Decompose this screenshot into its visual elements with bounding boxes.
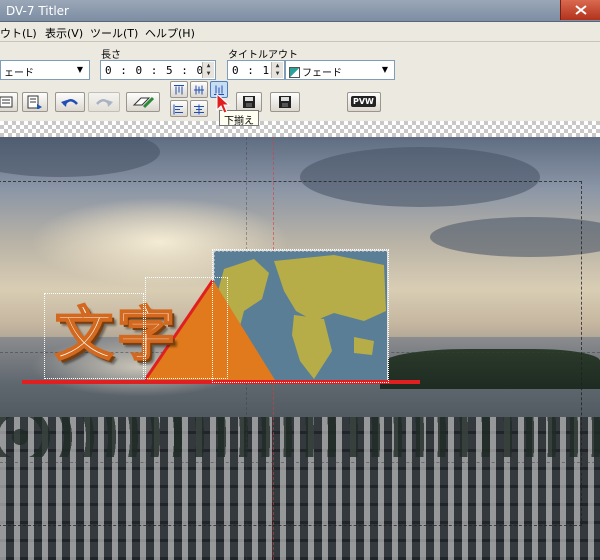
spinner-icon[interactable]: ▲ ▼ — [202, 62, 214, 78]
preview-button[interactable]: PVW — [347, 92, 381, 112]
eraser-icon — [132, 96, 154, 109]
preview-label: PVW — [351, 96, 376, 107]
align-middle-button[interactable] — [190, 81, 208, 98]
toolbar: ェード ▼ 長さ 0 : 0 : 5 : 0 ▲ ▼ タイトルアウト 0 : 15… — [0, 42, 600, 121]
redo-button[interactable] — [88, 92, 120, 112]
title-canvas[interactable]: 文字 — [0, 137, 600, 560]
align-center-button[interactable] — [190, 100, 208, 117]
title-out-effect-select[interactable]: フェード ▼ — [285, 60, 395, 80]
document-arrow-icon — [27, 95, 42, 109]
redo-icon — [96, 99, 113, 107]
title-out-effect-value: フェード — [302, 68, 342, 79]
title-bar: DV-7 Titler — [0, 0, 600, 22]
save-as-button[interactable] — [270, 92, 300, 112]
save-button[interactable] — [236, 92, 262, 112]
close-button[interactable] — [560, 0, 600, 20]
close-icon — [575, 5, 587, 15]
align-left-button[interactable] — [170, 100, 188, 117]
menu-help[interactable]: ヘルプ(H) — [145, 25, 195, 41]
title-out-time-input[interactable]: 0 : 15 ▲ ▼ — [227, 60, 285, 80]
title-out-label: タイトルアウト — [228, 50, 298, 61]
import-button[interactable] — [22, 92, 48, 112]
menu-bar: ウト(L) 表示(V) ツール(T) ヘルプ(H) — [0, 22, 600, 42]
menu-tools[interactable]: ツール(T) — [90, 25, 138, 41]
transition-in-value: ェード — [4, 68, 34, 79]
floppy-disk-icon — [243, 96, 255, 108]
selection-box[interactable] — [44, 293, 144, 379]
undo-icon — [61, 99, 78, 107]
open-button[interactable] — [0, 92, 18, 112]
length-label: 長さ — [101, 50, 121, 61]
chevron-down-icon: ▼ — [76, 65, 84, 74]
align-top-button[interactable] — [170, 81, 188, 98]
document-icon — [0, 96, 13, 108]
menu-layout[interactable]: ウト(L) — [0, 25, 37, 41]
erase-button[interactable] — [126, 92, 160, 112]
align-top-icon — [174, 84, 184, 94]
chevron-down-icon: ▼ — [381, 65, 389, 74]
length-input[interactable]: 0 : 0 : 5 : 0 ▲ ▼ — [100, 60, 216, 80]
spinner-icon[interactable]: ▲ ▼ — [271, 62, 283, 78]
align-center-icon — [194, 104, 204, 114]
length-value: 0 : 0 : 5 : 0 — [105, 64, 205, 77]
mouse-cursor-icon — [216, 93, 230, 114]
align-left-icon — [173, 104, 183, 114]
menu-view[interactable]: 表示(V) — [45, 25, 83, 41]
fade-swatch-icon — [289, 67, 300, 78]
canvas-ruler — [0, 121, 600, 137]
window-title: DV-7 Titler — [6, 4, 69, 18]
selection-box[interactable] — [212, 249, 389, 383]
floppy-disk-icon — [279, 96, 291, 108]
cloud — [0, 137, 160, 177]
align-middle-icon — [194, 85, 204, 94]
transition-in-select[interactable]: ェード ▼ — [0, 60, 90, 80]
undo-button[interactable] — [55, 92, 85, 112]
guide-horizontal — [0, 462, 600, 463]
